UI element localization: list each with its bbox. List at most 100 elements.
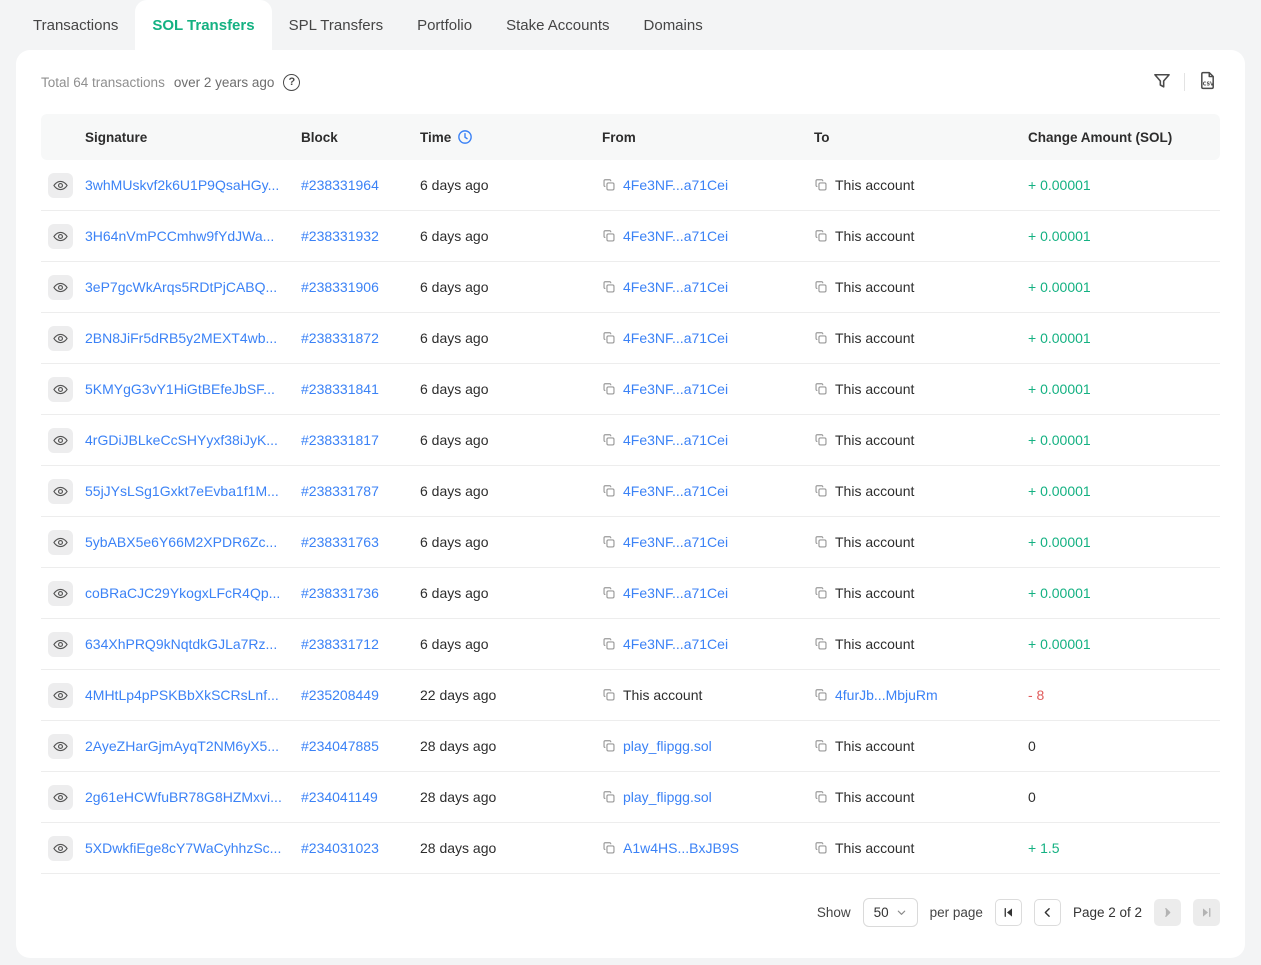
from-address[interactable]: 4Fe3NF...a71Cei: [623, 432, 728, 448]
preview-eye-button[interactable]: [48, 734, 73, 759]
copy-icon[interactable]: [602, 229, 616, 243]
tab-transactions[interactable]: Transactions: [16, 0, 135, 50]
tab-sol-transfers[interactable]: SOL Transfers: [135, 0, 271, 50]
copy-icon[interactable]: [814, 790, 828, 804]
preview-eye-button[interactable]: [48, 581, 73, 606]
copy-icon[interactable]: [602, 484, 616, 498]
copy-icon[interactable]: [814, 331, 828, 345]
prev-page-button[interactable]: [1034, 899, 1061, 926]
block-link[interactable]: #238331841: [301, 381, 379, 397]
first-page-button[interactable]: [995, 899, 1022, 926]
block-link[interactable]: #238331932: [301, 228, 379, 244]
signature-link[interactable]: 5XDwkfiEge8cY7WaCyhhzSc...: [85, 840, 281, 856]
copy-icon[interactable]: [814, 433, 828, 447]
tab-portfolio[interactable]: Portfolio: [400, 0, 489, 50]
page-size-select[interactable]: 50: [863, 898, 918, 927]
help-icon[interactable]: ?: [283, 74, 300, 91]
from-address[interactable]: play_flipgg.sol: [623, 789, 712, 805]
copy-icon[interactable]: [602, 739, 616, 753]
from-address[interactable]: 4Fe3NF...a71Cei: [623, 279, 728, 295]
filter-button[interactable]: [1150, 69, 1174, 96]
preview-eye-button[interactable]: [48, 428, 73, 453]
copy-icon[interactable]: [814, 688, 828, 702]
block-link[interactable]: #238331872: [301, 330, 379, 346]
copy-icon[interactable]: [814, 178, 828, 192]
last-page-button[interactable]: [1193, 899, 1220, 926]
signature-link[interactable]: 5KMYgG3vY1HiGtBEfeJbSF...: [85, 381, 275, 397]
copy-icon[interactable]: [814, 586, 828, 600]
preview-eye-button[interactable]: [48, 632, 73, 657]
preview-eye-button[interactable]: [48, 224, 73, 249]
block-link[interactable]: #238331817: [301, 432, 379, 448]
from-address[interactable]: 4Fe3NF...a71Cei: [623, 381, 728, 397]
copy-icon[interactable]: [814, 280, 828, 294]
block-link[interactable]: #238331906: [301, 279, 379, 295]
copy-icon[interactable]: [602, 535, 616, 549]
from-address[interactable]: 4Fe3NF...a71Cei: [623, 330, 728, 346]
preview-eye-button[interactable]: [48, 683, 73, 708]
copy-icon[interactable]: [602, 178, 616, 192]
copy-icon[interactable]: [814, 382, 828, 396]
block-link[interactable]: #238331787: [301, 483, 379, 499]
signature-link[interactable]: 2BN8JiFr5dRB5y2MEXT4wb...: [85, 330, 277, 346]
block-link[interactable]: #238331712: [301, 636, 379, 652]
signature-link[interactable]: 5ybABX5e6Y66M2XPDR6Zc...: [85, 534, 277, 550]
signature-link[interactable]: 3H64nVmPCCmhw9fYdJWa...: [85, 228, 274, 244]
copy-icon[interactable]: [814, 229, 828, 243]
copy-icon[interactable]: [602, 637, 616, 651]
preview-eye-button[interactable]: [48, 836, 73, 861]
signature-link[interactable]: 4MHtLp4pPSKBbXkSCRsLnf...: [85, 687, 279, 703]
preview-eye-button[interactable]: [48, 326, 73, 351]
to-address[interactable]: 4furJb...MbjuRm: [835, 687, 938, 703]
copy-icon[interactable]: [814, 739, 828, 753]
copy-icon[interactable]: [814, 484, 828, 498]
block-link[interactable]: #238331964: [301, 177, 379, 193]
preview-eye-button[interactable]: [48, 377, 73, 402]
preview-eye-button[interactable]: [48, 173, 73, 198]
signature-link[interactable]: 2g61eHCWfuBR78G8HZMxvi...: [85, 789, 282, 805]
copy-icon[interactable]: [602, 790, 616, 804]
from-address[interactable]: 4Fe3NF...a71Cei: [623, 534, 728, 550]
signature-link[interactable]: coBRaCJC29YkogxLFcR4Qp...: [85, 585, 280, 601]
tab-stake-accounts[interactable]: Stake Accounts: [489, 0, 626, 50]
signature-link[interactable]: 55jJYsLSg1Gxkt7eEvba1f1M...: [85, 483, 279, 499]
from-address[interactable]: A1w4HS...BxJB9S: [623, 840, 739, 856]
copy-icon[interactable]: [602, 688, 616, 702]
preview-eye-button[interactable]: [48, 785, 73, 810]
preview-eye-button[interactable]: [48, 275, 73, 300]
copy-icon[interactable]: [602, 331, 616, 345]
copy-icon[interactable]: [602, 280, 616, 294]
block-link[interactable]: #234041149: [301, 789, 378, 805]
from-address[interactable]: 4Fe3NF...a71Cei: [623, 228, 728, 244]
signature-link[interactable]: 3whMUskvf2k6U1P9QsaHGy...: [85, 177, 279, 193]
next-page-button[interactable]: [1154, 899, 1181, 926]
copy-icon[interactable]: [602, 586, 616, 600]
copy-icon[interactable]: [602, 382, 616, 396]
preview-eye-button[interactable]: [48, 530, 73, 555]
copy-icon[interactable]: [602, 433, 616, 447]
eye-icon: [53, 484, 68, 499]
from-address[interactable]: 4Fe3NF...a71Cei: [623, 177, 728, 193]
signature-link[interactable]: 3eP7gcWkArqs5RDtPjCABQ...: [85, 279, 277, 295]
from-address[interactable]: play_flipgg.sol: [623, 738, 712, 754]
block-link[interactable]: #238331763: [301, 534, 379, 550]
block-link[interactable]: #234047885: [301, 738, 379, 754]
copy-icon[interactable]: [814, 535, 828, 549]
block-link[interactable]: #234031023: [301, 840, 379, 856]
block-link[interactable]: #235208449: [301, 687, 379, 703]
tab-spl-transfers[interactable]: SPL Transfers: [272, 0, 400, 50]
signature-link[interactable]: 2AyeZHarGjmAyqT2NM6yX5...: [85, 738, 279, 754]
signature-link[interactable]: 4rGDiJBLkeCcSHYyxf38iJyK...: [85, 432, 278, 448]
copy-icon[interactable]: [602, 841, 616, 855]
from-address[interactable]: 4Fe3NF...a71Cei: [623, 636, 728, 652]
preview-eye-button[interactable]: [48, 479, 73, 504]
tab-domains[interactable]: Domains: [627, 0, 720, 50]
from-address[interactable]: 4Fe3NF...a71Cei: [623, 483, 728, 499]
copy-icon[interactable]: [814, 841, 828, 855]
clock-sort-icon[interactable]: [457, 129, 473, 145]
signature-link[interactable]: 634XhPRQ9kNqtdkGJLa7Rz...: [85, 636, 277, 652]
export-csv-button[interactable]: CSV: [1195, 68, 1220, 96]
from-address[interactable]: 4Fe3NF...a71Cei: [623, 585, 728, 601]
copy-icon[interactable]: [814, 637, 828, 651]
block-link[interactable]: #238331736: [301, 585, 379, 601]
